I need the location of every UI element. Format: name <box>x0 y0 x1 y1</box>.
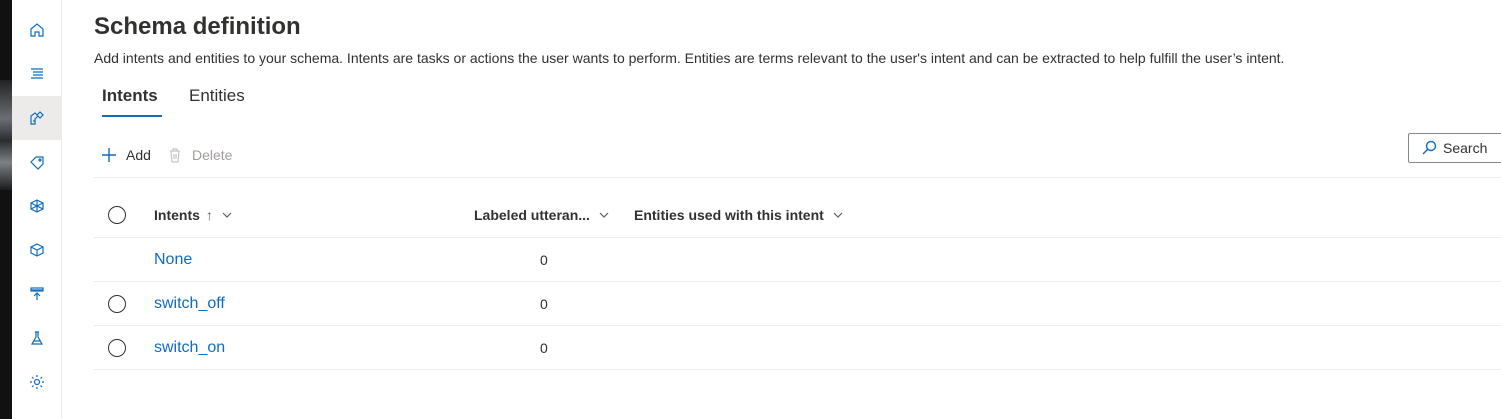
labeled-count: 0 <box>540 339 548 356</box>
list-icon <box>30 68 43 79</box>
column-header-entities[interactable]: Entities used with this intent <box>634 193 844 237</box>
nav-schema-definition[interactable] <box>12 96 61 140</box>
intent-link[interactable]: switch_off <box>154 295 225 313</box>
search-box[interactable] <box>1408 133 1501 163</box>
intent-link[interactable]: switch_on <box>154 339 225 357</box>
chevron-down-icon <box>599 212 609 218</box>
nav-box[interactable] <box>12 228 61 272</box>
page-title: Schema definition <box>94 13 301 40</box>
intents-table: Intents ↑ Labeled utteran... Entities us… <box>94 193 1501 370</box>
sort-ascending-icon: ↑ <box>205 207 213 223</box>
nav-home[interactable] <box>12 8 61 52</box>
nav-test[interactable] <box>12 316 61 360</box>
row-select-checkbox[interactable] <box>108 294 126 313</box>
table-row[interactable]: switch_on 0 <box>94 326 1501 370</box>
nav-model[interactable] <box>12 184 61 228</box>
intent-link[interactable]: None <box>154 251 192 269</box>
table-header: Intents ↑ Labeled utteran... Entities us… <box>94 193 1501 238</box>
table-row[interactable]: switch_off 0 <box>94 282 1501 326</box>
trash-icon <box>170 148 180 163</box>
delete-label: Delete <box>192 147 233 163</box>
add-button[interactable]: Add <box>100 146 151 164</box>
desktop-edge <box>0 0 12 419</box>
nav-rail <box>12 0 62 419</box>
add-label: Add <box>126 147 151 163</box>
schema-build-icon <box>29 111 44 125</box>
chevron-down-icon <box>222 212 232 218</box>
labeled-count: 0 <box>540 295 548 312</box>
nav-list[interactable] <box>12 52 61 96</box>
tab-selected-indicator <box>102 115 162 117</box>
tab-intents[interactable]: Intents <box>102 86 158 106</box>
settings-gear-icon <box>29 375 44 389</box>
tag-icon <box>29 156 44 170</box>
search-input[interactable] <box>1443 140 1501 156</box>
nav-tag[interactable] <box>12 140 61 184</box>
nav-settings[interactable] <box>12 360 61 404</box>
column-header-intents[interactable]: Intents ↑ <box>154 193 233 237</box>
plus-icon <box>102 148 116 162</box>
page-description: Add intents and entities to your schema.… <box>94 50 1285 66</box>
tab-entities[interactable]: Entities <box>189 86 245 106</box>
box-icon <box>29 243 44 257</box>
labeled-count: 0 <box>540 251 548 268</box>
chevron-down-icon <box>833 212 843 218</box>
table-row[interactable]: None 0 <box>94 238 1501 282</box>
home-icon <box>29 23 44 37</box>
row-select-checkbox[interactable] <box>108 338 126 357</box>
model-icon <box>29 199 44 213</box>
nav-deploy[interactable] <box>12 272 61 316</box>
test-flask-icon <box>30 331 43 345</box>
command-bar: Add Delete <box>94 134 1501 178</box>
delete-button[interactable]: Delete <box>166 146 232 164</box>
deploy-icon <box>29 287 44 300</box>
search-icon <box>1422 140 1437 155</box>
column-header-labeled-utterances[interactable]: Labeled utteran... <box>474 193 610 237</box>
select-all-checkbox[interactable] <box>108 206 126 224</box>
